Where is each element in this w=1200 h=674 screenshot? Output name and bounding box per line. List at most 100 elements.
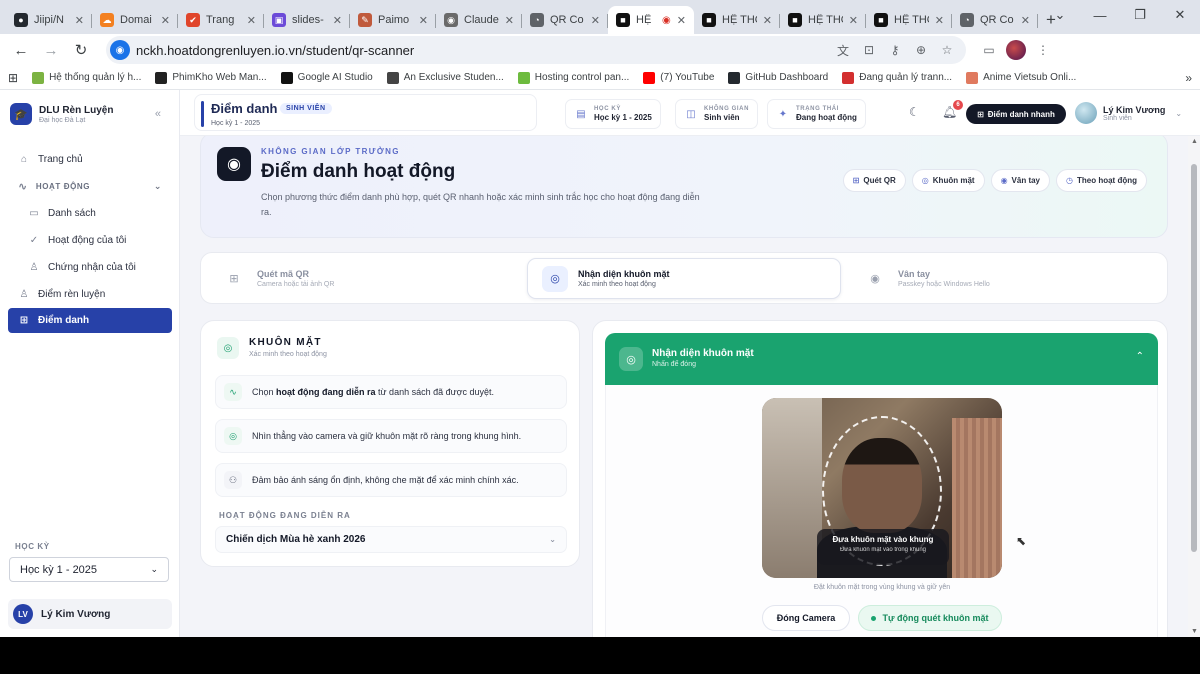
bookmark-item[interactable]: Google AI Studio (280, 71, 373, 84)
address-bar[interactable]: ◉ nckh.hoatdongrenluyen.io.vn/student/qr… (106, 36, 966, 64)
sidebar-user-name: Lý Kim Vương (41, 608, 111, 620)
bookmark-item[interactable]: GitHub Dashboard (728, 71, 828, 84)
dark-mode-moon-icon[interactable]: ☾ (909, 105, 920, 119)
hero-kicker: KHÔNG GIAN LỚP TRƯỞNG (261, 147, 400, 156)
activity-pulse-icon: ∿ (18, 181, 28, 193)
tab-fingerprint[interactable]: ◉ Vân tay Passkey hoặc Windows Hello (848, 258, 1162, 299)
home-icon: ⌂ (20, 154, 28, 165)
close-tab-icon[interactable]: ✕ (849, 14, 858, 27)
reload-icon[interactable]: ↻ (68, 37, 94, 63)
scroll-up-icon[interactable]: ▲ (1191, 138, 1198, 145)
page-scrollbar[interactable]: ▲ ▼ (1188, 136, 1200, 637)
browser-tab[interactable]: ■ HỆ THỐ ✕ (780, 6, 866, 34)
close-tab-icon[interactable]: ✕ (763, 14, 772, 27)
sidebar-item-attendance[interactable]: ⊞ Điểm danh (8, 308, 172, 333)
browser-tab[interactable]: ■ HỆ ◉ ✕ (608, 6, 694, 34)
chip-space[interactable]: ◫ KHÔNG GIAN Sinh viên (675, 99, 758, 129)
browser-tab[interactable]: ◔ QR Co ✕ (952, 6, 1038, 34)
auto-scan-button[interactable]: Tự động quét khuôn mặt (858, 605, 1002, 631)
maximize-icon[interactable]: ❐ (1120, 0, 1160, 30)
profile-avatar[interactable] (1006, 40, 1026, 60)
close-tab-icon[interactable]: ✕ (419, 14, 428, 27)
sidebar-item-list[interactable]: ▭ Danh sách (8, 200, 172, 227)
reading-list-icon[interactable]: ▭ (978, 39, 1000, 61)
chevron-up-icon[interactable]: ⌃ (1136, 351, 1144, 362)
close-tab-icon[interactable]: ✕ (161, 14, 170, 27)
translate-icon[interactable]: 文 (832, 39, 854, 61)
bookmark-favicon-icon (966, 71, 979, 84)
close-tab-icon[interactable]: ✕ (677, 14, 686, 27)
close-tab-icon[interactable]: ✕ (505, 14, 514, 27)
user-menu[interactable]: Lý Kim Vương Sinh viên ⌄ (1075, 102, 1182, 124)
chevron-down-icon: ⌄ (150, 564, 158, 574)
browser-tab[interactable]: ◔ QR Co ✕ (522, 6, 608, 34)
tag-face[interactable]: ◎ Khuôn mặt (911, 169, 985, 192)
avatar (1075, 102, 1097, 124)
site-info-icon[interactable]: ◉ (110, 40, 130, 60)
collapse-sidebar-icon[interactable]: « (155, 108, 161, 120)
bookmark-item[interactable]: Đang quản lý trann... (842, 71, 952, 84)
tag-by-activity[interactable]: ◷ Theo hoạt động (1056, 169, 1147, 192)
bookmark-item[interactable]: (7) YouTube (643, 71, 714, 84)
tab-qr-scan[interactable]: ⊞ Quét mã QR Camera hoặc tải ảnh QR (207, 258, 521, 299)
camera-panel-header[interactable]: ◎ Nhận diện khuôn mặt Nhấn để đóng ⌃ (605, 333, 1158, 385)
sidebar-item-training-points[interactable]: ♙ Điểm rèn luyện (8, 281, 172, 308)
sidebar-section-activities[interactable]: ∿ HOẠT ĐỘNG ⌄ (8, 173, 172, 200)
term-label: HỌC KỲ (15, 542, 50, 551)
sidebar-item-label: Điểm rèn luyện (38, 289, 106, 300)
bookmark-item[interactable]: An Exclusive Studen... (386, 71, 504, 84)
brand[interactable]: 🎓 DLU Rèn Luyện Đại học Đà Lạt (10, 103, 113, 125)
install-app-icon[interactable]: ⊡ (858, 39, 880, 61)
browser-tab[interactable]: ● Jiipi/N ✕ (6, 6, 92, 34)
browser-tab[interactable]: ▣ slides- ✕ (264, 6, 350, 34)
menu-icon[interactable]: ⋮ (1032, 39, 1054, 61)
bookmark-star-icon[interactable]: ☆ (936, 39, 958, 61)
chip-status[interactable]: ✦ TRẠNG THÁI Đang hoạt động (767, 99, 866, 129)
close-tab-icon[interactable]: ✕ (75, 14, 84, 27)
more-bookmarks-icon[interactable]: » (1185, 71, 1192, 85)
close-window-icon[interactable]: ✕ (1160, 0, 1200, 30)
close-tab-icon[interactable]: ✕ (1021, 14, 1030, 27)
accent-bar (201, 101, 204, 127)
minimize-icon[interactable]: — (1080, 0, 1120, 30)
browser-tab[interactable]: ■ HỆ THỐ ✕ (694, 6, 780, 34)
card-title: KHUÔN MẶT (249, 337, 322, 348)
sidebar-item-home[interactable]: ⌂ Trang chủ (8, 146, 172, 173)
zoom-icon[interactable]: ⊕ (910, 39, 932, 61)
quick-attendance-button[interactable]: ⊞ Điểm danh nhanh (966, 104, 1066, 124)
calendar-icon: ▭ (29, 208, 39, 219)
apps-grid-icon[interactable]: ⊞ (8, 71, 18, 85)
tag-qr[interactable]: ⊞ Quét QR (842, 169, 906, 192)
url-text[interactable]: nckh.hoatdongrenluyen.io.vn/student/qr-s… (136, 43, 414, 58)
back-icon[interactable]: ← (8, 37, 34, 63)
bookmark-favicon-icon (643, 71, 656, 84)
sidebar-user[interactable]: LV Lý Kim Vương (8, 599, 172, 629)
bookmark-item[interactable]: Hosting control pan... (517, 71, 629, 84)
browser-tab[interactable]: ✔ Trang ✕ (178, 6, 264, 34)
bookmark-item[interactable]: Anime Vietsub Onli... (966, 71, 1076, 84)
close-tab-icon[interactable]: ✕ (591, 14, 600, 27)
close-tab-icon[interactable]: ✕ (247, 14, 256, 27)
activity-select[interactable]: Chiến dịch Mùa hè xanh 2026 ⌄ (215, 526, 567, 553)
forward-icon[interactable]: → (38, 37, 64, 63)
close-tab-icon[interactable]: ✕ (935, 14, 944, 27)
bookmark-item[interactable]: Hệ thống quản lý h... (32, 71, 141, 84)
browser-tab[interactable]: ■ HỆ THỐ ✕ (866, 6, 952, 34)
password-key-icon[interactable]: ⚷ (884, 39, 906, 61)
tab-face-recognition[interactable]: ◎ Nhận diện khuôn mặt Xác minh theo hoạt… (527, 258, 841, 299)
sidebar-item-my-activities[interactable]: ✓ Hoạt động của tôi (8, 227, 172, 254)
scroll-down-icon[interactable]: ▼ (1191, 628, 1198, 635)
tab-search-icon[interactable]: ⌄ (1040, 0, 1080, 30)
browser-tab[interactable]: ☁ Domai ✕ (92, 6, 178, 34)
chip-term[interactable]: ▤ HỌC KỲ Học kỳ 1 - 2025 (565, 99, 661, 129)
scrollbar-thumb[interactable] (1191, 164, 1197, 552)
close-camera-button[interactable]: Đóng Camera (762, 605, 850, 631)
tab-favicon-icon: ● (14, 13, 28, 27)
bookmark-item[interactable]: PhimKho Web Man... (155, 71, 267, 84)
browser-tab[interactable]: ◉ Claude ✕ (436, 6, 522, 34)
term-select[interactable]: Học kỳ 1 - 2025 ⌄ (9, 557, 169, 582)
sidebar-item-certificates[interactable]: ♙ Chứng nhận của tôi (8, 254, 172, 281)
close-tab-icon[interactable]: ✕ (333, 14, 342, 27)
tag-fingerprint[interactable]: ◉ Vân tay (990, 169, 1051, 192)
browser-tab[interactable]: ✎ Paimo ✕ (350, 6, 436, 34)
